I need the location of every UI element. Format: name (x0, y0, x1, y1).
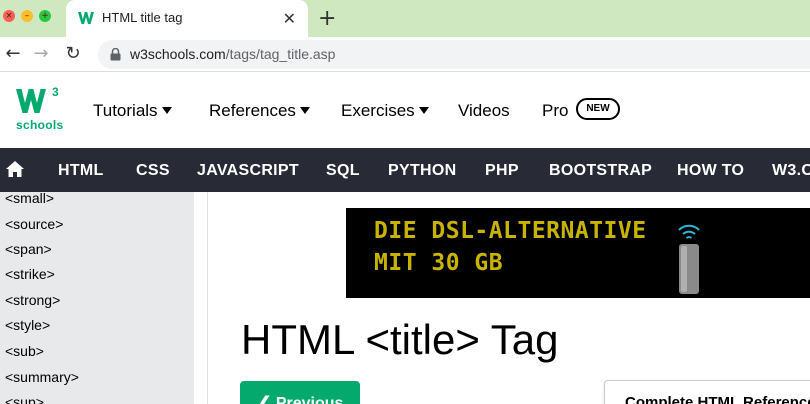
nav-tutorials-label: Tutorials (93, 101, 158, 120)
window-close-button[interactable]: × (3, 10, 15, 22)
close-icon: × (5, 11, 13, 21)
window-maximize-button[interactable]: + (39, 10, 51, 22)
nav-tutorials[interactable]: Tutorials (93, 101, 172, 121)
page-title: HTML <title> Tag (241, 316, 559, 363)
sidebar-item-small[interactable]: <small> (5, 192, 54, 206)
topnav-item-how-to[interactable]: HOW TO (677, 162, 744, 180)
nav-exercises-label: Exercises (341, 101, 415, 120)
sidebar-gutter (194, 192, 208, 404)
browser-tab-active[interactable]: HTML title tag ✕ (66, 0, 308, 37)
back-icon[interactable]: ← (2, 43, 24, 65)
forward-icon[interactable]: → (30, 43, 52, 65)
minimize-icon: – (24, 11, 30, 21)
nav-exercises[interactable]: Exercises (341, 101, 429, 121)
sidebar-item-strong[interactable]: <strong> (5, 292, 60, 308)
nav-references[interactable]: References (209, 101, 310, 121)
caret-down-icon (418, 107, 429, 114)
nav-references-label: References (209, 101, 296, 120)
browser-toolbar: ← → ↻ w3schools.com/tags/tag_title.asp (0, 37, 810, 72)
sidebar-item-span[interactable]: <span> (5, 241, 52, 257)
nav-videos-label: Videos (458, 101, 510, 120)
maximize-icon: + (41, 11, 49, 21)
sidebar-item-style[interactable]: <style> (5, 317, 50, 333)
nav-pro-label: Pro (542, 101, 569, 120)
sidebar-item-strike[interactable]: <strike> (5, 266, 55, 282)
advertisement-banner[interactable]: DIE DSL-ALTERNATIVE MIT 30 GB (346, 208, 810, 298)
ad-headline-1: DIE DSL-ALTERNATIVE (374, 218, 647, 244)
browser-tab-strip: × – + HTML title tag ✕ + (0, 0, 810, 37)
sidebar: <small> <source> <span> <strike> <strong… (0, 192, 194, 404)
complete-reference-button[interactable]: Complete HTML Reference (604, 380, 810, 404)
topnav-item-css[interactable]: CSS (136, 162, 170, 180)
nav-pro[interactable]: Pro (542, 101, 568, 121)
logo-text: schools (16, 118, 64, 132)
logo-superscript: 3 (52, 85, 59, 99)
reload-icon[interactable]: ↻ (62, 43, 84, 65)
sidebar-item-summary[interactable]: <summary> (5, 369, 79, 385)
url-text: w3schools.com/tags/tag_title.asp (130, 46, 335, 62)
home-icon[interactable] (5, 160, 25, 178)
caret-down-icon (161, 107, 172, 114)
topnav-item-sql[interactable]: SQL (326, 162, 360, 180)
new-badge: NEW (576, 98, 620, 120)
router-icon (678, 224, 700, 294)
sidebar-item-sup[interactable]: <sup> (5, 394, 44, 404)
site-header: 3 schools Tutorials References Exercises… (0, 73, 810, 148)
ad-headline-2: MIT 30 GB (374, 250, 504, 276)
caret-down-icon (299, 107, 310, 114)
url-path: /tags/tag_title.asp (225, 46, 336, 62)
window-minimize-button[interactable]: – (21, 10, 33, 22)
address-bar[interactable]: w3schools.com/tags/tag_title.asp (98, 40, 810, 69)
new-tab-icon[interactable]: + (318, 6, 336, 31)
nav-videos[interactable]: Videos (458, 101, 510, 121)
topnav-item-bootstrap[interactable]: BOOTSTRAP (549, 162, 652, 180)
topnav-bar: HTML CSS JAVASCRIPT SQL PYTHON PHP BOOTS… (0, 148, 810, 192)
topnav-item-javascript[interactable]: JAVASCRIPT (197, 162, 299, 180)
topnav-item-python[interactable]: PYTHON (388, 162, 456, 180)
sidebar-item-source[interactable]: <source> (5, 216, 63, 232)
sidebar-item-sub[interactable]: <sub> (5, 343, 44, 359)
tab-close-icon[interactable]: ✕ (283, 9, 296, 28)
w3schools-favicon-icon (78, 12, 94, 24)
topnav-item-w3css[interactable]: W3.C (772, 162, 810, 180)
topnav-item-html[interactable]: HTML (58, 162, 104, 180)
w3schools-logo[interactable]: 3 schools (14, 85, 66, 140)
tab-title: HTML title tag (102, 10, 183, 25)
previous-button[interactable]: ❮ Previous (240, 381, 360, 404)
lock-icon (110, 48, 121, 61)
topnav-item-php[interactable]: PHP (485, 162, 519, 180)
url-domain: w3schools.com (130, 46, 226, 62)
